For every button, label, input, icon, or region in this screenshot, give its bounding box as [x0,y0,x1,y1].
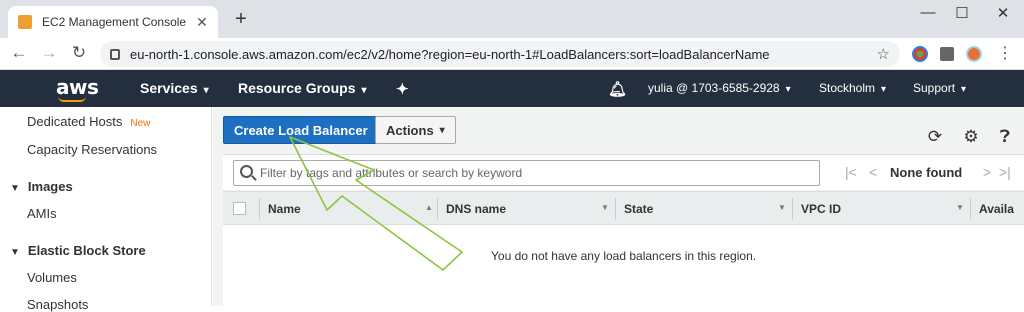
gear-icon[interactable]: ⚙ [961,127,981,147]
column-divider [792,198,793,220]
pager-status: None found [890,165,963,180]
back-button[interactable]: ← [8,43,30,63]
minimize-button[interactable]: — [913,4,943,21]
new-tab-button[interactable]: + [230,8,252,31]
column-header-state[interactable]: State [624,202,653,216]
sidebar-item-snapshots[interactable]: Snapshots [27,297,88,312]
extensions-puzzle-icon[interactable] [940,47,954,61]
sort-icon[interactable]: ▼ [601,203,609,212]
bookmark-star-icon[interactable]: ☆ [877,45,890,63]
help-icon[interactable]: ❓︎ [995,127,1015,147]
resource-groups-menu[interactable]: Resource Groups ▾ [238,80,367,96]
pin-icon[interactable]: ✦ [396,80,409,98]
sidebar-item-capacity-reservations[interactable]: Capacity Reservations [27,142,157,157]
lock-icon [110,48,120,60]
resource-groups-label: Resource Groups [238,80,356,96]
filter-row: Filter by tags and attributes or search … [223,154,1024,190]
aws-logo-smile-icon [58,96,86,102]
notification-bell-icon[interactable]: 🔔︎ [608,80,627,98]
collapse-triangle-icon: ▼ [10,183,20,194]
column-divider [970,198,971,220]
browser-menu-icon[interactable]: ⋮ [994,43,1016,63]
forward-button[interactable]: → [38,43,60,63]
sidebar-section-title: Images [27,179,73,194]
browser-tab-bar: EC2 Management Console ✕ + — ☐ ✕ [0,0,1024,38]
select-all-checkbox[interactable] [233,202,246,215]
empty-table-message: You do not have any load balancers in th… [491,249,757,263]
sort-icon[interactable]: ▼ [956,203,964,212]
table-body: You do not have any load balancers in th… [223,225,1024,306]
collapse-triangle-icon: ▼ [10,247,20,258]
create-load-balancer-button[interactable]: Create Load Balancer [223,116,379,144]
sidebar-item-amis[interactable]: AMIs [27,206,57,221]
chevron-down-icon: ▾ [785,84,791,95]
sidebar-item-dedicated-hosts[interactable]: Dedicated Hosts New [27,114,150,129]
reload-button[interactable]: ↻ [68,43,90,63]
search-icon [240,165,253,178]
next-page-icon[interactable]: > [983,164,991,180]
support-label: Support [913,81,956,95]
first-page-icon[interactable]: |< [845,164,857,180]
services-label: Services [140,80,198,96]
chevron-down-icon: ▾ [961,84,967,95]
prev-page-icon[interactable]: < [869,164,877,180]
url-bar[interactable]: eu-north-1.console.aws.amazon.com/ec2/v2… [100,41,900,67]
chevron-down-icon: ▾ [439,124,445,136]
browser-tab[interactable]: EC2 Management Console ✕ [8,6,218,38]
actions-label: Actions [386,122,434,138]
sort-icon[interactable]: ▼ [778,203,786,212]
aws-favicon-icon [18,15,32,29]
region-label: Stockholm [819,81,876,95]
column-divider [259,198,260,220]
address-bar-row: ← → ↻ eu-north-1.console.aws.amazon.com/… [0,38,1024,70]
new-badge: New [130,118,151,129]
column-divider [615,198,616,220]
table-header: Name ▲ DNS name ▼ State ▼ VPC ID ▼ Avail… [223,191,1024,225]
tab-close-icon[interactable]: ✕ [194,14,210,31]
chevron-down-icon: ▾ [881,84,887,95]
region-menu[interactable]: Stockholm ▾ [819,81,886,95]
ec2-sidebar: Dedicated Hosts New Capacity Reservations… [0,107,212,312]
column-divider [437,198,438,220]
aws-top-nav: aws Services ▾ Resource Groups ▾ ✦ 🔔︎ yuli… [0,70,1024,107]
filter-input[interactable]: Filter by tags and attributes or search … [233,160,820,186]
close-window-button[interactable]: ✕ [988,4,1018,22]
sidebar-section-elastic-block-store[interactable]: ▼ Elastic Block Store [10,243,146,258]
support-menu[interactable]: Support ▾ [913,81,966,95]
account-label: yulia @ 1703-6585-2928 [648,81,780,95]
chevron-down-icon: ▾ [361,85,367,96]
column-header-dns-name[interactable]: DNS name [446,202,506,216]
tab-title: EC2 Management Console [42,15,187,29]
sort-ascending-icon[interactable]: ▲ [425,203,433,212]
sidebar-section-title: Elastic Block Store [27,243,146,258]
sidebar-section-images[interactable]: ▼ Images [10,179,73,194]
actions-dropdown[interactable]: Actions ▾ [375,116,456,144]
chevron-down-icon: ▾ [203,85,209,96]
column-header-availability[interactable]: Availa [979,202,1014,216]
account-menu[interactable]: yulia @ 1703-6585-2928 ▾ [648,81,791,95]
load-balancers-panel: Create Load Balancer Actions ▾ ⟳ ⚙ ❓︎ Fil… [213,107,1024,306]
column-header-vpc-id[interactable]: VPC ID [801,202,841,216]
profile-avatar[interactable] [966,46,982,62]
last-page-icon[interactable]: >| [999,164,1011,180]
sidebar-item-volumes[interactable]: Volumes [27,270,77,285]
column-header-name[interactable]: Name [268,202,301,216]
extension-colorful-icon[interactable] [912,46,928,62]
refresh-icon[interactable]: ⟳ [925,127,945,147]
maximize-button[interactable]: ☐ [947,4,977,22]
filter-placeholder: Filter by tags and attributes or search … [260,166,523,180]
sidebar-item-label: Dedicated Hosts [27,114,123,129]
url-text[interactable]: eu-north-1.console.aws.amazon.com/ec2/v2… [130,47,877,62]
services-menu[interactable]: Services ▾ [140,80,209,96]
